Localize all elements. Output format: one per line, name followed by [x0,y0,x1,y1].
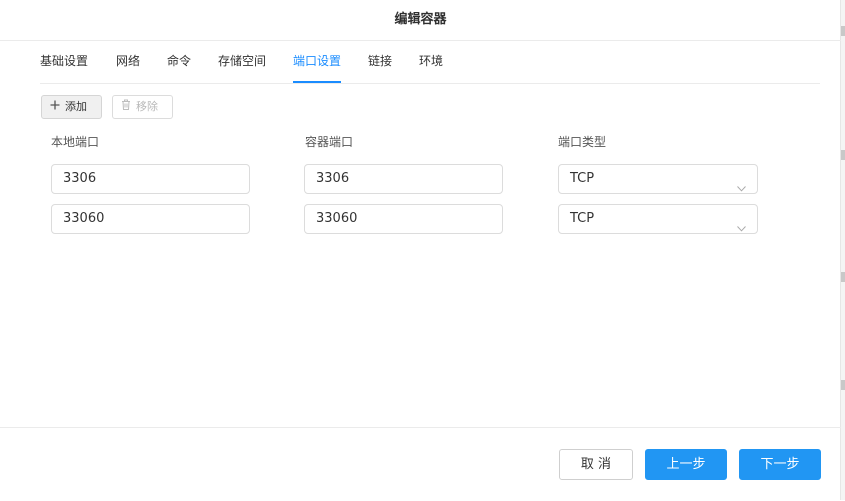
port-type-value: TCP [570,171,595,186]
column-label-local-port: 本地端口 [51,135,100,149]
local-port-input[interactable]: 33060 [51,204,250,234]
add-button-label: 添加 [65,100,87,113]
container-port-input[interactable]: 33060 [304,204,503,234]
tab-command[interactable]: 命令 [167,40,191,83]
column-label-container-port: 容器端口 [305,135,354,149]
edge-marker [841,272,845,282]
port-type-value: TCP [570,211,595,226]
local-port-input[interactable]: 3306 [51,164,250,194]
tab-environment[interactable]: 环境 [419,40,443,83]
chevron-down-icon [737,175,746,192]
tab-storage[interactable]: 存储空间 [218,40,266,83]
edge-marker [841,26,845,36]
background-edge [841,0,845,500]
column-label-port-type: 端口类型 [558,135,607,149]
remove-button-label: 移除 [136,100,158,113]
tab-port-settings[interactable]: 端口设置 [293,40,342,83]
dialog-title: 编辑容器 [0,0,841,41]
edge-marker [841,380,845,390]
trash-icon [121,96,131,118]
tab-basic-settings[interactable]: 基础设置 [40,40,88,83]
edit-container-dialog: 编辑容器 基础设置 网络 命令 存储空间 端口设置 链接 环境 添加 移除 本地… [0,0,841,500]
dialog-footer: 取 消 上一步 下一步 [0,427,841,501]
remove-button[interactable]: 移除 [112,95,173,119]
edge-marker [841,150,845,160]
container-port-input[interactable]: 3306 [304,164,503,194]
port-type-select[interactable]: TCP [558,204,758,234]
plus-icon [50,96,60,118]
chevron-down-icon [737,215,746,232]
tab-links[interactable]: 链接 [368,40,392,83]
tab-network[interactable]: 网络 [116,40,140,83]
add-button[interactable]: 添加 [41,95,102,119]
cancel-button[interactable]: 取 消 [559,449,633,480]
previous-step-button[interactable]: 上一步 [645,449,727,480]
port-type-select[interactable]: TCP [558,164,758,194]
tab-bar: 基础设置 网络 命令 存储空间 端口设置 链接 环境 [40,40,820,84]
next-step-button[interactable]: 下一步 [739,449,821,480]
